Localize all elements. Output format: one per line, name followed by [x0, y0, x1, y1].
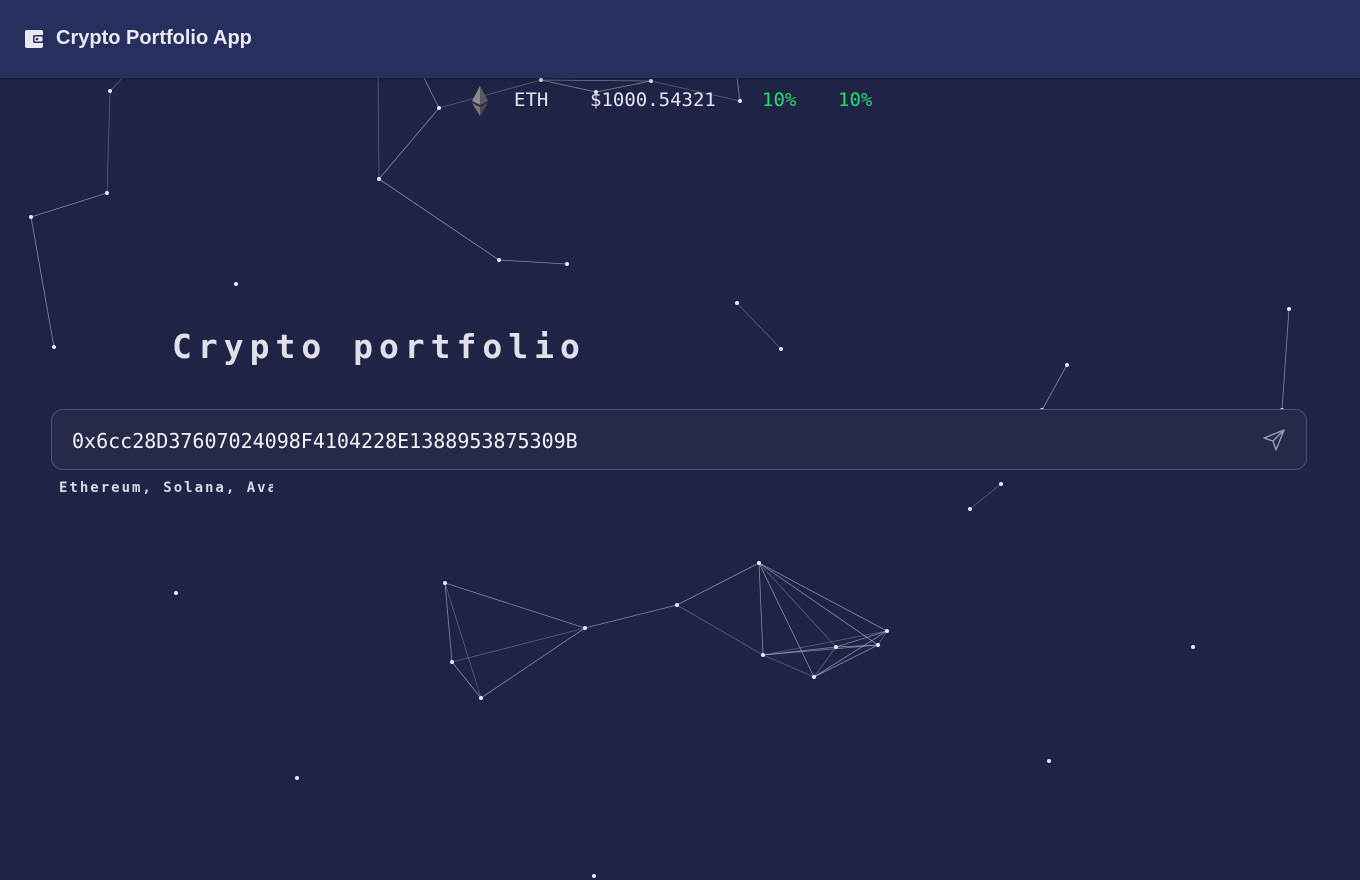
network-node [885, 629, 889, 633]
network-edge [106, 90, 111, 194]
network-node [234, 282, 238, 286]
page-title: Crypto portfolio [172, 327, 586, 366]
network-edge [444, 582, 586, 629]
app-bar: Crypto Portfolio App [0, 0, 1360, 78]
network-node [1047, 759, 1051, 763]
network-edge [451, 661, 482, 699]
network-edge [969, 483, 1002, 510]
network-node [437, 106, 441, 110]
network-edge [30, 192, 108, 218]
network-edge [762, 654, 815, 678]
network-edge [540, 79, 597, 93]
network-edge [758, 562, 879, 646]
network-edge [758, 562, 764, 656]
ticker-change-1: 10% [762, 89, 797, 111]
network-edge [30, 216, 55, 348]
network-node [443, 581, 447, 585]
network-node [1191, 645, 1195, 649]
network-node [539, 78, 543, 82]
wallet-address-input[interactable] [70, 424, 1224, 458]
ticker-price: $1000.54321 [590, 89, 716, 111]
network-edge [584, 604, 678, 629]
wallet-icon [25, 30, 44, 48]
network-edge [758, 562, 837, 648]
network-node [592, 874, 596, 878]
network-node [583, 626, 587, 630]
network-edge [378, 107, 440, 180]
network-node [834, 645, 838, 649]
network-node [497, 258, 501, 262]
app-title: Crypto Portfolio App [56, 27, 252, 49]
network-node [999, 482, 1003, 486]
network-edge [377, 69, 380, 180]
network-node [649, 79, 653, 83]
network-node [108, 89, 112, 93]
network-node [779, 347, 783, 351]
network-node [757, 561, 761, 565]
send-icon[interactable] [1260, 426, 1288, 454]
network-edge [758, 562, 888, 632]
network-node [675, 603, 679, 607]
network-node [1287, 307, 1291, 311]
network-edge [813, 646, 837, 678]
network-edge [480, 627, 586, 699]
supported-chains-text: Ethereum, Solana, Avalanche [59, 480, 273, 496]
network-edge [1041, 364, 1068, 411]
network-edge [758, 562, 815, 678]
network-node [812, 675, 816, 679]
network-node [761, 653, 765, 657]
address-input-container [51, 409, 1307, 470]
network-node [1065, 363, 1069, 367]
network-node [450, 660, 454, 664]
network-edge [498, 259, 568, 265]
ticker-change-2: 10% [838, 89, 873, 111]
network-node [29, 215, 33, 219]
network-node [377, 177, 381, 181]
network-node [52, 345, 56, 349]
network-node [735, 301, 739, 305]
network-node [295, 776, 299, 780]
network-node [174, 591, 178, 595]
network-edge [1281, 308, 1290, 411]
ethereum-icon [472, 86, 488, 116]
ticker-symbol: ETH [514, 89, 549, 111]
network-edge [676, 562, 760, 606]
network-node [105, 191, 109, 195]
network-edge [736, 302, 782, 350]
network-edge [378, 178, 500, 261]
network-edge [540, 79, 652, 82]
network-edge [451, 627, 586, 663]
network-node [876, 643, 880, 647]
network-node [738, 99, 742, 103]
network-node [968, 507, 972, 511]
network-node [479, 696, 483, 700]
network-edge [676, 604, 764, 656]
network-node [565, 262, 569, 266]
